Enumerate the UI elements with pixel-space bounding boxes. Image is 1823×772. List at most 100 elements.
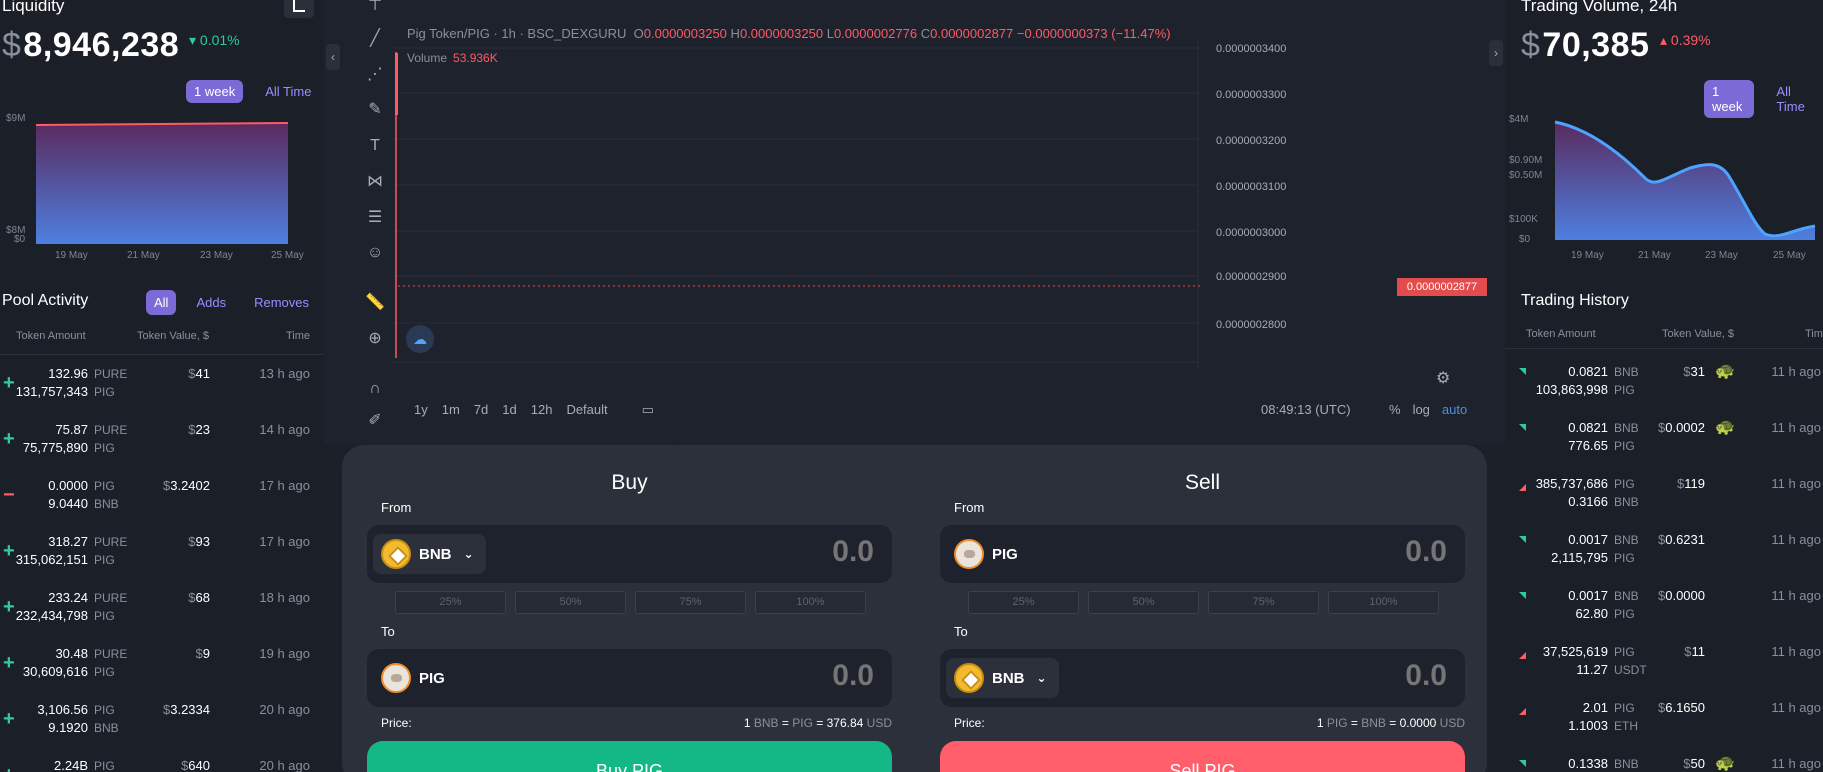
- price-num: 1: [1316, 716, 1324, 730]
- ruler-icon[interactable]: 📏: [364, 292, 386, 314]
- currency-symbol: $: [188, 366, 196, 381]
- sell-panel: Sell From PIG 25% 50% 75% 100% To: [915, 445, 1465, 772]
- trading-history-row[interactable]: 0.0017 BNB 2,115,795 PIG $0.6231 11 h ago: [1505, 524, 1823, 580]
- pattern-icon[interactable]: ⋈: [364, 171, 386, 193]
- emoji-icon[interactable]: ☺: [364, 242, 386, 264]
- buy-pct-75[interactable]: 75%: [635, 591, 746, 614]
- sell-from-amount-input[interactable]: [1247, 535, 1447, 569]
- pool-activity-row[interactable]: −0.0000 PIG 9.0440 BNB $3.2402 17 h ago: [0, 470, 324, 526]
- y-tick: 0.0000003100: [1216, 181, 1286, 193]
- filter-adds[interactable]: Adds: [188, 290, 234, 315]
- row-time: 20 h ago: [259, 702, 310, 717]
- token-amount: 37,525,619: [1542, 644, 1608, 659]
- sell-from-token[interactable]: PIG: [946, 534, 1030, 574]
- range-7d[interactable]: 7d: [474, 402, 488, 418]
- token-value-amount: 23: [195, 422, 210, 437]
- token-symbol: PURE: [94, 423, 128, 437]
- magnet-icon[interactable]: ∩: [364, 378, 386, 400]
- pool-activity-row[interactable]: +233.24 PURE 232,434,798 PIG $68 18 h ago: [0, 582, 324, 638]
- row-time: 11 h ago: [1771, 756, 1821, 771]
- log-scale-toggle[interactable]: log: [1413, 402, 1430, 417]
- buy-from-amount-input[interactable]: [674, 535, 874, 569]
- sell-to-amount-input[interactable]: [1247, 659, 1447, 693]
- price-unit: USD: [1439, 716, 1465, 730]
- settings-gear-icon[interactable]: ⚙: [1436, 368, 1450, 388]
- sell-to-token-select[interactable]: BNB ⌄: [946, 658, 1059, 698]
- buy-to-token[interactable]: PIG: [373, 658, 457, 698]
- forecast-icon[interactable]: ☰: [364, 207, 386, 229]
- sell-pct-75[interactable]: 75%: [1208, 591, 1319, 614]
- buy-button[interactable]: Buy PIG: [367, 741, 892, 772]
- token-amount: 2.01: [1582, 700, 1608, 715]
- token-symbol: PIG: [94, 703, 115, 717]
- trading-history-row[interactable]: 37,525,619 PIG 11.27 USDT $11 11 h ago: [1505, 636, 1823, 692]
- trading-history-row[interactable]: 0.0017 BNB 62.80 PIG $0.0000 11 h ago: [1505, 580, 1823, 636]
- buy-pct-50[interactable]: 50%: [515, 591, 626, 614]
- trading-history-row[interactable]: 0.0821 BNB 776.65 PIG $0.0002 🐢 11 h ago: [1505, 412, 1823, 468]
- token-amount: 2,115,795: [1551, 550, 1608, 565]
- sell-button[interactable]: Sell PIG: [940, 741, 1465, 772]
- pool-activity-row[interactable]: +318.27 PURE 315,062,151 PIG $93 17 h ago: [0, 526, 324, 582]
- token-amount: 9.1920: [48, 720, 88, 735]
- filter-removes[interactable]: Removes: [246, 290, 317, 315]
- token-symbol: BNB: [1614, 589, 1639, 603]
- pool-activity-row[interactable]: +132.96 PURE 131,757,343 PIG $41 13 h ago: [0, 358, 324, 414]
- brush-icon[interactable]: ✎: [364, 99, 386, 121]
- calendar-icon[interactable]: ▭: [642, 402, 654, 418]
- token-symbol: PURE: [94, 367, 128, 381]
- tab-all-time[interactable]: All Time: [257, 80, 319, 103]
- trend-line-icon[interactable]: ╱: [364, 28, 386, 50]
- token-symbol: PIG: [1614, 607, 1635, 621]
- crosshair-icon[interactable]: ┼: [364, 0, 386, 12]
- x-tick: 19 May: [55, 250, 88, 261]
- token-value-amount: 9: [202, 646, 210, 661]
- range-default[interactable]: Default: [566, 402, 607, 418]
- buy-from-token-select[interactable]: BNB ⌄: [373, 534, 486, 574]
- range-1y[interactable]: 1y: [414, 402, 428, 418]
- token-amount: 0.0821: [1568, 420, 1608, 435]
- buy-price-label: Price:: [381, 716, 412, 730]
- token-symbol: PIG: [1614, 645, 1635, 659]
- sell-from-field: PIG: [940, 525, 1465, 583]
- collapse-right-icon[interactable]: ›: [1489, 40, 1503, 66]
- range-1m[interactable]: 1m: [442, 402, 460, 418]
- trading-history-row[interactable]: 0.1338 BNB $50 🐢 11 h ago: [1505, 748, 1823, 772]
- trading-history-row[interactable]: 385,737,686 PIG 0.3166 BNB $119 11 h ago: [1505, 468, 1823, 524]
- pool-activity-row[interactable]: +75.87 PURE 75,775,890 PIG $23 14 h ago: [0, 414, 324, 470]
- auto-scale-toggle[interactable]: auto: [1442, 402, 1467, 417]
- buy-pct-25[interactable]: 25%: [395, 591, 506, 614]
- range-12h[interactable]: 12h: [531, 402, 553, 418]
- token-amount: 1.1003: [1568, 718, 1608, 733]
- percent-scale-toggle[interactable]: %: [1389, 402, 1401, 417]
- tradingview-logo-icon[interactable]: ☁: [406, 325, 434, 353]
- sell-pct-100[interactable]: 100%: [1328, 591, 1439, 614]
- pool-activity-row[interactable]: +30.48 PURE 30,609,616 PIG $9 19 h ago: [0, 638, 324, 694]
- sell-pct-50[interactable]: 50%: [1088, 591, 1199, 614]
- fib-tool-icon[interactable]: ⋰: [364, 64, 386, 86]
- tab-1-week[interactable]: 1 week: [186, 80, 244, 103]
- text-tool-icon[interactable]: T: [364, 135, 386, 157]
- token-symbol: BNB: [94, 721, 119, 735]
- trading-history-row[interactable]: 2.01 PIG 1.1003 ETH $6.1650 11 h ago: [1505, 692, 1823, 748]
- chevron-down-icon: ⌄: [1036, 671, 1047, 685]
- trading-history-row[interactable]: 0.0821 BNB 103,863,998 PIG $31 🐢 11 h ago: [1505, 356, 1823, 412]
- row-time: 20 h ago: [259, 758, 310, 772]
- collapse-left-icon[interactable]: ‹: [326, 44, 340, 70]
- row-time: 13 h ago: [259, 366, 310, 381]
- token-amount: 11.27: [1576, 662, 1608, 677]
- pool-activity-row[interactable]: +2.24BPIG$64020 h ago: [0, 750, 324, 772]
- price-chart[interactable]: 0.0000003400 0.0000003300 0.0000003200 0…: [394, 38, 1294, 368]
- sell-pct-25[interactable]: 25%: [968, 591, 1079, 614]
- filter-all[interactable]: All: [146, 290, 177, 315]
- range-1d[interactable]: 1d: [502, 402, 516, 418]
- price-sym: PIG: [1326, 716, 1348, 730]
- token-amount: 103,863,998: [1535, 382, 1608, 397]
- zoom-icon[interactable]: ⊕: [364, 328, 386, 350]
- expand-icon[interactable]: [284, 0, 314, 18]
- buy-pct-100[interactable]: 100%: [755, 591, 866, 614]
- lock-drawing-icon[interactable]: ✐: [364, 410, 386, 432]
- divider: [1505, 348, 1823, 349]
- buy-to-amount-input[interactable]: [674, 659, 874, 693]
- pool-activity-row[interactable]: +3,106.56 PIG 9.1920 BNB $3.2334 20 h ago: [0, 694, 324, 750]
- chart-clock: 08:49:13 (UTC): [1261, 402, 1351, 417]
